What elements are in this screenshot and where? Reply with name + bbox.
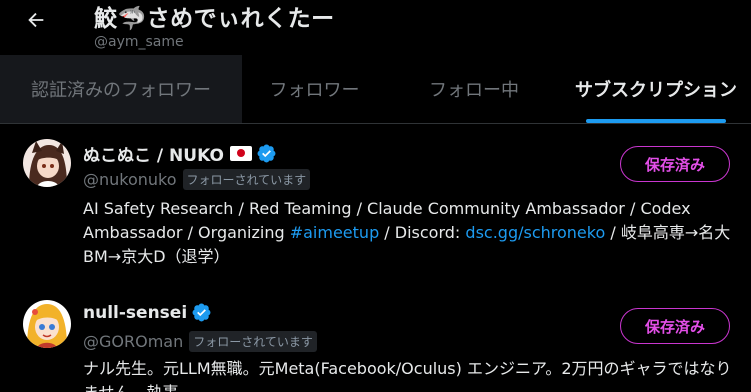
user-bio: ナル先生。元LLM無職。元Meta(Facebook/Oculus) エンジニア… <box>83 357 733 392</box>
verified-badge-icon[interactable] <box>191 302 212 323</box>
follows-you-badge: フォローされています <box>182 169 311 190</box>
tab-subscriptions[interactable]: サブスクリプション <box>561 55 751 123</box>
profile-display-name: 鮫🦈さめでぃれくたー <box>94 6 335 32</box>
avatar-image <box>23 300 71 348</box>
user-name-row: null-sensei <box>83 302 212 323</box>
tab-verified-followers[interactable]: 認証済みのフォロワー <box>0 55 242 123</box>
user-name-row: ぬこぬこ / NUKO <box>83 141 277 166</box>
bio-text: / Discord: <box>379 223 466 242</box>
avatar[interactable] <box>23 139 71 187</box>
verified-badge-icon[interactable] <box>256 143 277 164</box>
tab-following[interactable]: フォロー中 <box>387 55 561 123</box>
bio-text: ナル先生。元LLM無職。元Meta(Facebook/Oculus) エンジニア… <box>83 359 732 392</box>
user-name[interactable]: ぬこぬこ / NUKO <box>83 141 224 166</box>
back-arrow-icon <box>28 12 44 28</box>
tab-label: 認証済みのフォロワー <box>31 80 211 101</box>
user-handle[interactable]: @nukonuko <box>83 170 177 189</box>
active-tab-indicator <box>586 119 726 123</box>
user-cell[interactable]: ぬこぬこ / NUKO @nukonuko フォローされています 保存済み AI… <box>0 124 751 294</box>
tab-label: フォロー中 <box>429 80 519 101</box>
tab-label: フォロワー <box>269 80 360 101</box>
japan-flag-icon <box>229 146 252 161</box>
follows-you-badge: フォローされています <box>189 331 317 352</box>
subscribed-button[interactable]: 保存済み <box>620 146 730 182</box>
user-sub-row: @nukonuko フォローされています <box>83 169 311 190</box>
profile-handle: @aym_same <box>94 34 184 50</box>
bio-url-link[interactable]: dsc.gg/schroneko <box>465 223 605 242</box>
tab-label: サブスクリプション <box>575 80 737 101</box>
user-sub-row: @GOROman フォローされています <box>83 331 317 352</box>
user-cell[interactable]: null-sensei @GOROman フォローされています 保存済み ナル先… <box>0 294 751 392</box>
avatar-image <box>23 139 71 187</box>
page: 鮫🦈さめでぃれくたー @aym_same 認証済みのフォロワー フォロワー フォ… <box>0 0 751 392</box>
follow-tabs: 認証済みのフォロワー フォロワー フォロー中 サブスクリプション <box>0 55 751 124</box>
user-bio: AI Safety Research / Red Teaming / Claud… <box>83 197 733 269</box>
back-button[interactable] <box>18 2 54 38</box>
tab-followers[interactable]: フォロワー <box>242 55 387 123</box>
user-name[interactable]: null-sensei <box>83 303 187 323</box>
subscribed-button[interactable]: 保存済み <box>620 308 730 344</box>
user-handle[interactable]: @GOROman <box>83 332 183 351</box>
avatar[interactable] <box>23 300 71 348</box>
profile-header: 鮫🦈さめでぃれくたー @aym_same <box>0 0 751 55</box>
bio-hashtag-link[interactable]: #aimeetup <box>290 223 380 242</box>
